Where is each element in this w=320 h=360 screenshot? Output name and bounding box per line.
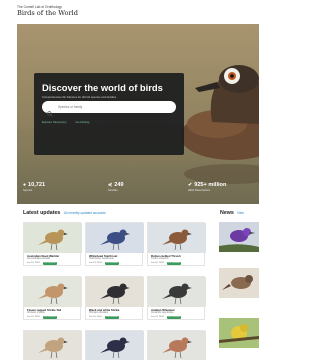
news-photo-1[interactable] xyxy=(219,222,259,252)
stat-species-label: Species xyxy=(23,189,33,192)
stat-species: ● 10,721 Species xyxy=(23,182,45,192)
update-date: Jan 19, 2024 xyxy=(27,262,40,264)
stat-families-label: Families xyxy=(108,189,118,192)
species-update-card[interactable]: Isabelline WheatearOenanthe isabellinaJa… xyxy=(23,330,82,360)
full-revision-badge: Full Revision xyxy=(43,261,57,265)
news-view-link[interactable]: View xyxy=(237,211,244,215)
site-logo[interactable]: The Cornell Lab of Ornithology Birds of … xyxy=(17,5,78,18)
update-date: Jan 19, 2024 xyxy=(89,262,102,264)
update-date: Jan 19, 2024 xyxy=(151,316,164,318)
update-date: Jan 19, 2024 xyxy=(27,316,40,318)
species-photo xyxy=(148,223,206,253)
stat-species-value: 10,721 xyxy=(28,182,46,188)
site-header: The Cornell Lab of Ornithology Birds of … xyxy=(0,0,259,24)
explore-taxonomy-link[interactable]: Explore Taxonomy xyxy=(42,120,67,124)
all-updates-link[interactable]: All recently updated accounts xyxy=(64,211,106,215)
search-placeholder: Species or family xyxy=(58,105,83,109)
species-update-card[interactable]: Ridgway's HawkRupornis ridgwayiJan 19, 2… xyxy=(85,330,144,360)
full-revision-badge: Full Revision xyxy=(105,315,119,319)
species-scientific-name: Prionops plumatus xyxy=(89,312,109,314)
news-title: News xyxy=(220,210,234,216)
stat-families: ⋞ 249 Families xyxy=(108,182,124,192)
full-revision-badge: Full Revision xyxy=(167,261,181,265)
hero-search-card: Discover the world of birds Comprehensiv… xyxy=(34,73,184,155)
stat-observations-value: 925+ million xyxy=(194,182,227,188)
logo-brand-text: Birds of the World xyxy=(17,9,78,18)
species-photo xyxy=(24,223,82,253)
hero-title: Discover the world of birds xyxy=(42,82,163,93)
stat-observations: ✔ 925+ million eBird Observations xyxy=(188,182,226,192)
species-photo xyxy=(86,223,144,253)
species-update-card[interactable]: Habitat CotingaLipaugus weberiJan 19, 20… xyxy=(147,330,206,360)
species-search-input[interactable]: Species or family xyxy=(42,101,176,117)
species-update-card[interactable]: Arabian Wheatear Oenanthe lugentoides Jan … xyxy=(147,276,206,320)
species-photo xyxy=(24,331,82,360)
hero-subtitle: Comprehensive life histories for all bir… xyxy=(42,95,117,99)
go-birding-link[interactable]: Go birding xyxy=(75,120,89,124)
stat-families-value: 249 xyxy=(114,182,124,188)
update-date: Jan 19, 2024 xyxy=(151,262,164,264)
species-scientific-name: Oenanthe lugentoides xyxy=(151,312,174,314)
checkmark-icon: ✔ xyxy=(188,182,193,188)
bird-icon: ● xyxy=(23,182,27,188)
species-photo xyxy=(86,331,144,360)
species-update-card[interactable]: Rufous-bellied Thrush Turdus rufiventris J… xyxy=(147,222,206,266)
hero-links: Explore Taxonomy Go birding xyxy=(42,120,97,124)
full-revision-badge: Full Revision xyxy=(105,261,119,265)
stats-bar: ● 10,721 Species ⋞ 249 Families ✔ 925+ mill… xyxy=(17,174,259,204)
full-revision-badge: Full Revision xyxy=(167,315,181,319)
species-update-card[interactable]: Australian Reed Warbler Acrocephalus aust… xyxy=(23,222,82,266)
species-scientific-name: Turdus rufiventris xyxy=(151,258,169,260)
news-photo-3[interactable] xyxy=(219,318,259,348)
latest-updates-title: Latest updates xyxy=(23,210,61,216)
species-photo xyxy=(24,277,82,307)
news-photo-2[interactable] xyxy=(219,268,259,298)
species-photo xyxy=(86,277,144,307)
stat-observations-label: eBird Observations xyxy=(188,189,211,192)
family-tree-icon: ⋞ xyxy=(108,182,113,188)
species-photo xyxy=(148,277,206,307)
full-revision-badge: Full Revision xyxy=(43,315,57,319)
species-update-card[interactable]: Whitehead Starthroat Heliomaster squamosu… xyxy=(85,222,144,266)
species-update-card[interactable]: Black and white Shrike Prionops plumatus J… xyxy=(85,276,144,320)
species-scientific-name: Heliomaster squamosus xyxy=(89,258,114,260)
hero-banner: Discover the world of birds Comprehensiv… xyxy=(17,24,259,204)
update-date: Jan 19, 2024 xyxy=(89,316,102,318)
species-scientific-name: Acrocephalus australis xyxy=(27,258,51,260)
species-photo xyxy=(148,331,206,360)
species-scientific-name: Urobelus mycalis xyxy=(27,312,45,314)
species-update-card[interactable]: Flower-rapped Shrike-Tail Urobelus mycali… xyxy=(23,276,82,320)
